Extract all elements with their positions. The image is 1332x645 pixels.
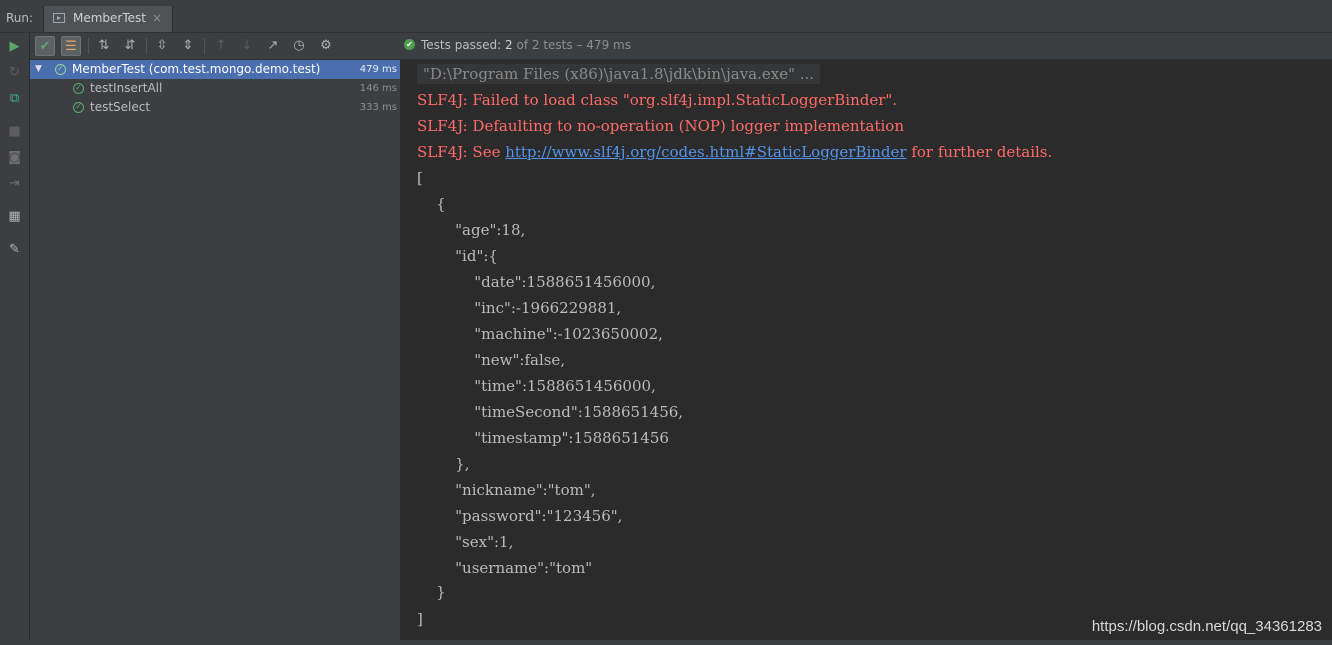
- console-output-line: "nickname":"tom",: [417, 481, 596, 499]
- test-method-label: testSelect: [90, 100, 151, 114]
- previous-test-icon[interactable]: ↑: [211, 36, 231, 56]
- exit-icon[interactable]: ⇥: [6, 175, 23, 192]
- console-output-line: "machine":-1023650002,: [417, 325, 663, 343]
- console-output-line: "age":18,: [417, 221, 526, 239]
- error-suffix: for further details.: [906, 143, 1053, 161]
- status-count: 2: [505, 38, 513, 52]
- status-duration: – 479 ms: [576, 38, 631, 52]
- console-output-line: }: [417, 583, 446, 601]
- console-output-line: },: [417, 455, 470, 473]
- console-output-line: "password":"123456",: [417, 507, 623, 525]
- run-icon[interactable]: ▶: [6, 38, 23, 55]
- sort-alpha-icon[interactable]: ⇅: [94, 36, 114, 56]
- console-output[interactable]: "D:\Program Files (x86)\java1.8\jdk\bin\…: [401, 60, 1332, 640]
- tree-row-root[interactable]: ▼ ✓ MemberTest (com.test.mongo.demo.test…: [30, 60, 400, 79]
- sort-duration-icon[interactable]: ⇵: [120, 36, 140, 56]
- test-tree: ▼ ✓ MemberTest (com.test.mongo.demo.test…: [30, 60, 401, 640]
- toolbar-divider: [88, 38, 89, 54]
- collapse-all-icon[interactable]: ⇕: [178, 36, 198, 56]
- expand-arrow-icon[interactable]: ▼: [35, 60, 42, 79]
- test-duration: 333 ms: [359, 102, 397, 113]
- toolbar-divider: [146, 38, 147, 54]
- status-text: Tests passed: 2 of 2 tests – 479 ms: [421, 38, 631, 52]
- tree-row-test[interactable]: ✓ testSelect 333 ms: [30, 98, 400, 117]
- settings-icon[interactable]: ⚙: [316, 36, 336, 56]
- console-output-line: "time":1588651456000,: [417, 377, 656, 395]
- passed-check-icon: ✓: [73, 83, 84, 94]
- run-label: Run:: [6, 11, 34, 25]
- camera-icon[interactable]: ◙: [6, 149, 23, 166]
- console-output-line: "timeSecond":1588651456,: [417, 403, 684, 421]
- run-config-icon: [53, 13, 65, 23]
- console-output-line: "username":"tom": [417, 559, 593, 577]
- tab-membertest[interactable]: MemberTest ×: [43, 6, 173, 32]
- error-prefix: SLF4J: See: [417, 143, 506, 161]
- console-output-line: ]: [417, 610, 423, 628]
- slf4j-link[interactable]: http://www.slf4j.org/codes.html#StaticLo…: [505, 143, 906, 161]
- test-duration: 146 ms: [359, 83, 397, 94]
- pin-icon[interactable]: ✎: [6, 241, 23, 258]
- console-output-line: "date":1588651456000,: [417, 273, 656, 291]
- show-passed-icon[interactable]: ✔: [35, 36, 55, 56]
- test-duration: 479 ms: [359, 64, 397, 75]
- console-output-line: "timestamp":1588651456: [417, 429, 669, 447]
- watermark: https://blog.csdn.net/qq_34361283: [1091, 618, 1322, 635]
- run-tab-bar: Run: MemberTest ×: [0, 6, 1332, 33]
- test-method-label: testInsertAll: [90, 81, 163, 95]
- test-toolbar: ✔ ☰ ⇅ ⇵ ⇳ ⇕ ↑ ↓ ↗ ◷ ⚙: [30, 33, 400, 60]
- layout-icon[interactable]: ▦: [6, 208, 23, 225]
- toggle-auto-test-icon[interactable]: ⧉: [6, 90, 23, 107]
- status-suffix: of 2 tests: [516, 38, 573, 52]
- tree-row-test[interactable]: ✓ testInsertAll 146 ms: [30, 79, 400, 98]
- console-output-line: "id":{: [417, 247, 498, 265]
- test-status-bar: ✔ Tests passed: 2 of 2 tests – 479 ms: [400, 33, 1332, 60]
- console-command-line[interactable]: "D:\Program Files (x86)\java1.8\jdk\bin\…: [417, 64, 821, 84]
- rerun-failed-icon[interactable]: ↻: [6, 64, 23, 81]
- export-icon[interactable]: ↗: [263, 36, 283, 56]
- test-class-label: MemberTest (com.test.mongo.demo.test): [72, 62, 321, 76]
- close-icon[interactable]: ×: [152, 11, 162, 25]
- status-prefix: Tests passed:: [421, 38, 502, 52]
- console-output-line: {: [417, 195, 446, 213]
- console-output-line: "inc":-1966229881,: [417, 299, 622, 317]
- show-ignored-icon[interactable]: ☰: [61, 36, 81, 56]
- run-side-toolbar: ▶ ↻ ⧉ ■ ◙ ⇥ ▦ ✎: [0, 33, 30, 640]
- console-error-line: SLF4J: Failed to load class "org.slf4j.i…: [417, 91, 898, 109]
- passed-check-icon: ✔: [404, 39, 415, 50]
- tab-title: MemberTest: [73, 11, 146, 25]
- console-output-line: "new":false,: [417, 351, 566, 369]
- next-test-icon[interactable]: ↓: [237, 36, 257, 56]
- bottom-bar: [0, 640, 1332, 645]
- history-icon[interactable]: ◷: [289, 36, 309, 56]
- expand-all-icon[interactable]: ⇳: [152, 36, 172, 56]
- console-error-line: SLF4J: Defaulting to no-operation (NOP) …: [417, 117, 905, 135]
- toolbar-divider: [204, 38, 205, 54]
- console-output-line: [: [417, 169, 423, 187]
- passed-check-icon: ✓: [55, 64, 66, 75]
- passed-check-icon: ✓: [73, 102, 84, 113]
- console-output-line: "sex":1,: [417, 533, 514, 551]
- console-error-line: SLF4J: See http://www.slf4j.org/codes.ht…: [417, 142, 1052, 162]
- stop-icon[interactable]: ■: [6, 123, 23, 140]
